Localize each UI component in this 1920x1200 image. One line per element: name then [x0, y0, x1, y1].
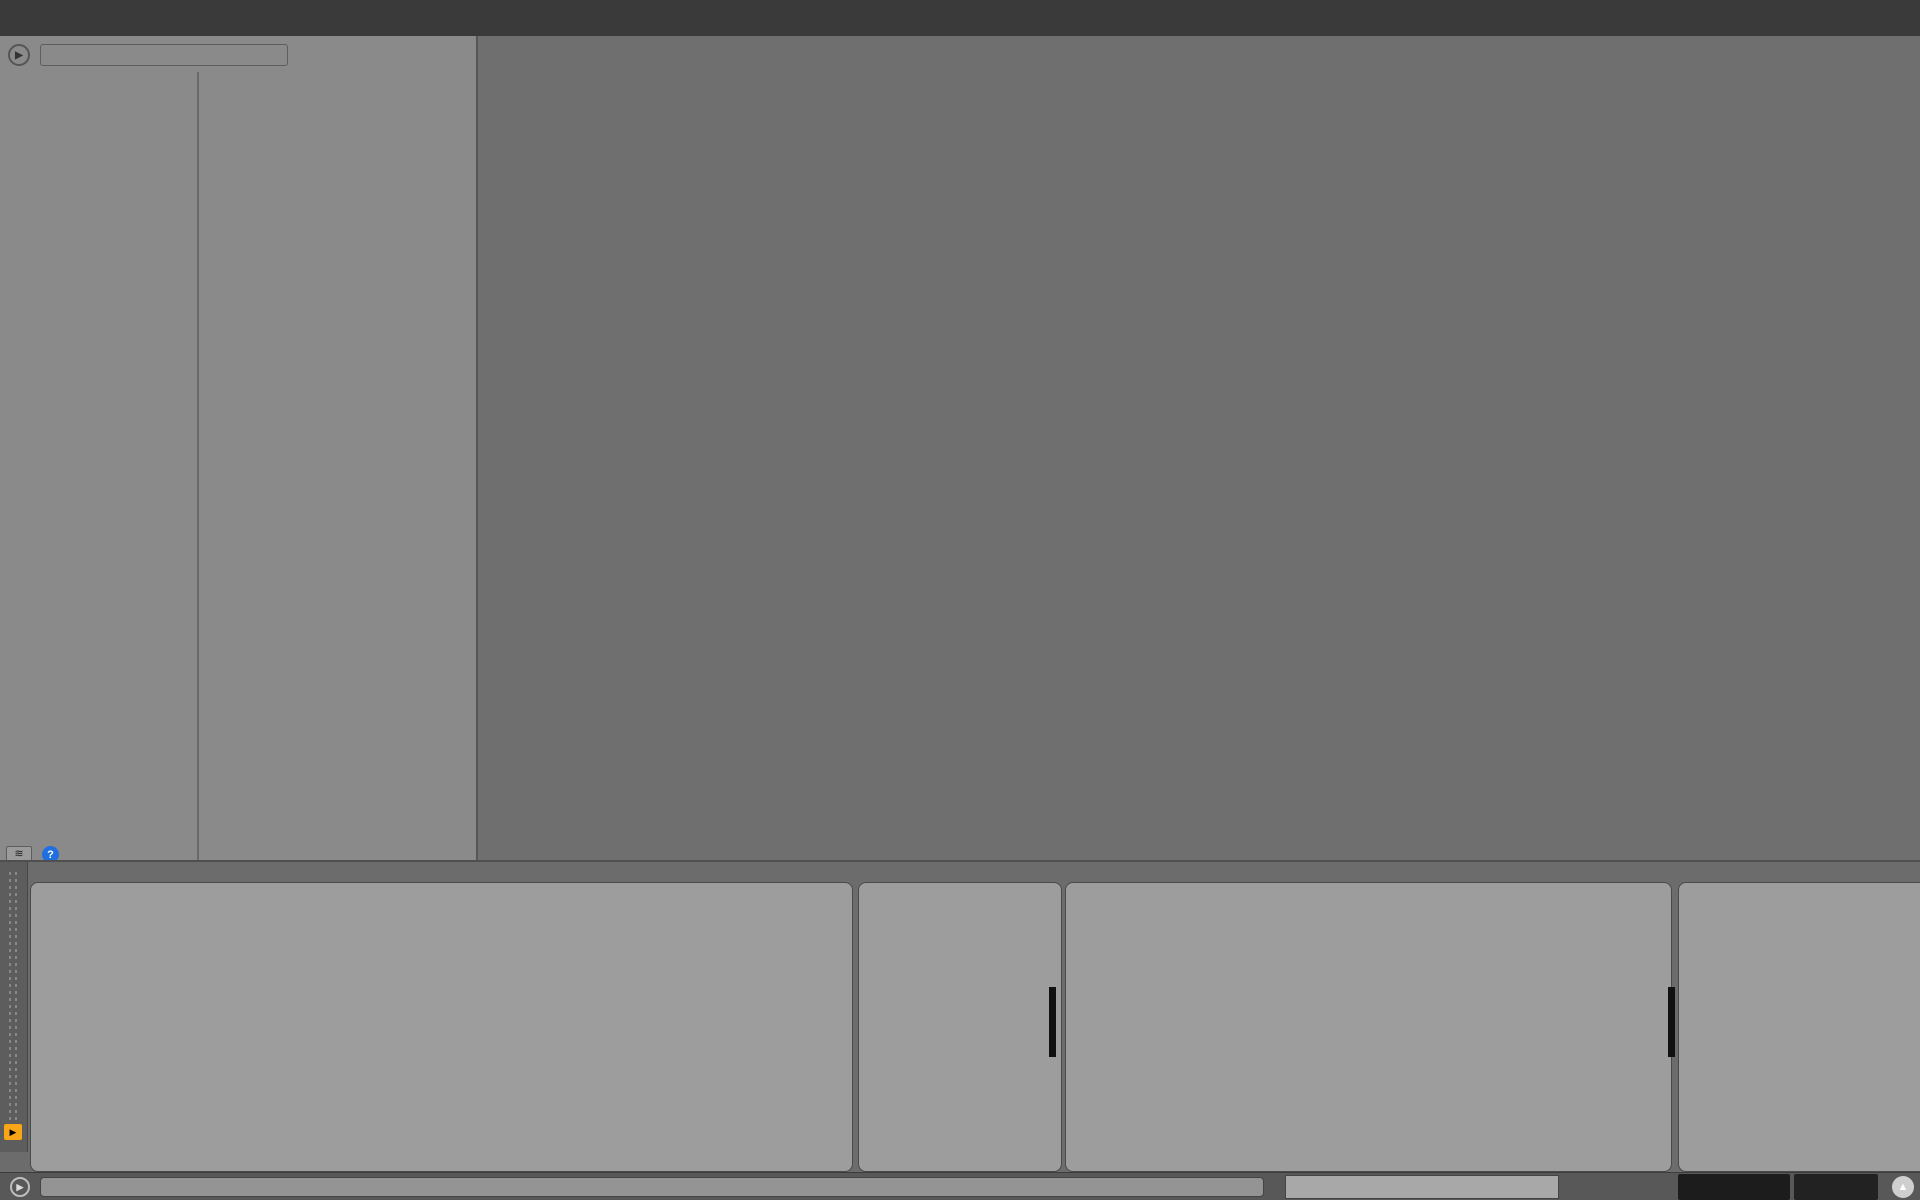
hot-swap-target-icon[interactable]: ▶ [4, 1124, 22, 1140]
preview-play-icon[interactable]: ▶ [10, 1177, 30, 1197]
device-chain-thumbnail[interactable] [1794, 1174, 1878, 1200]
show-hide-device-view-icon[interactable]: ▲ [1892, 1176, 1914, 1198]
inter-device-meter [1668, 987, 1675, 1057]
browser-collapse-icon[interactable]: ▶ [8, 44, 30, 66]
device-phaser-flanger [1065, 882, 1672, 1172]
browser-panel: ▶ ≋ ? [0, 36, 478, 864]
browser-sidebar [0, 72, 199, 862]
session-view [478, 36, 1920, 862]
status-bar: ▶ ▲ [0, 1172, 1920, 1200]
device-drums-room [1678, 882, 1920, 1172]
drag-handle-dots [9, 872, 11, 1122]
ableton-live-window: ▶ ≋ ? ▶ ▶ ▲ [0, 0, 1920, 1200]
device-view: ▶ [0, 860, 1920, 1172]
device-808-core-kit [30, 882, 853, 1172]
search-input[interactable] [40, 44, 288, 66]
status-message-field [40, 1177, 1264, 1197]
browser-content-list [201, 72, 478, 862]
toolbar [0, 0, 1920, 36]
drag-handle-dots [15, 872, 17, 1122]
inter-device-meter [1049, 987, 1056, 1057]
device-chain-thumbnail[interactable] [1678, 1174, 1790, 1200]
arrangement-overview[interactable] [1285, 1175, 1559, 1199]
device-drop-strip: ▶ [0, 862, 28, 1152]
device-bass-rack [858, 882, 1062, 1172]
